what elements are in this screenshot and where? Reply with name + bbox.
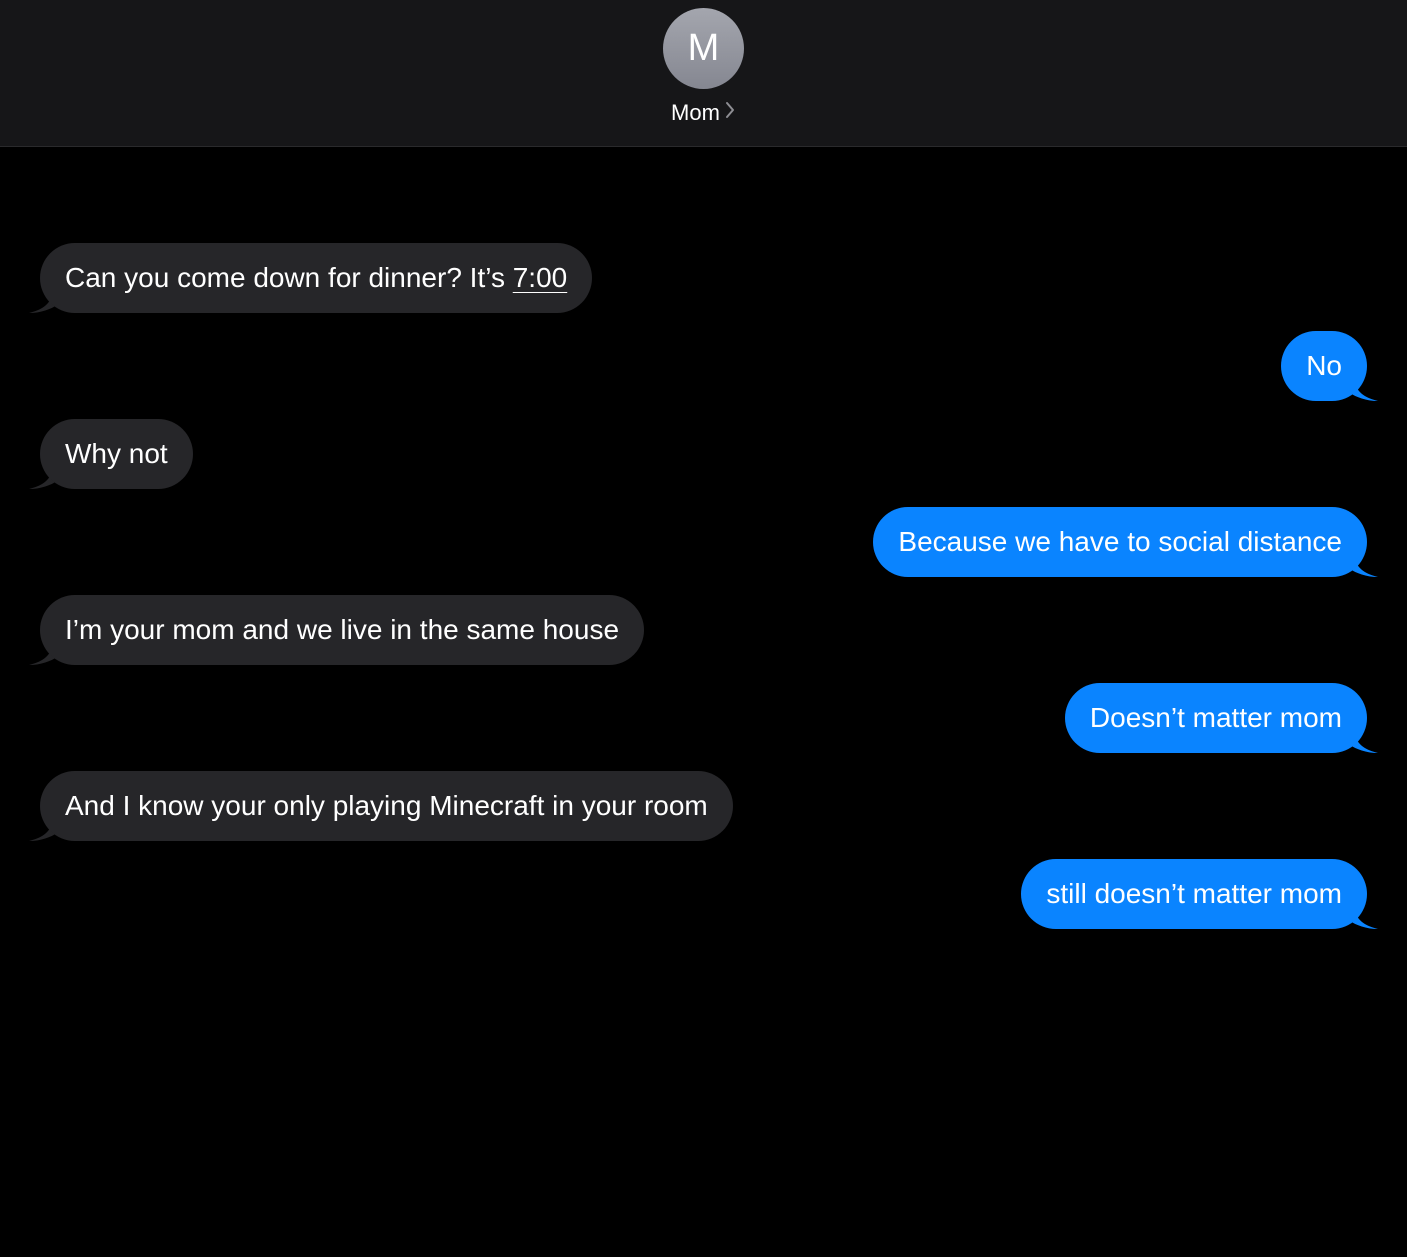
message-bubble: Because we have to social distance <box>873 507 1367 577</box>
incoming-message[interactable]: And I know your only playing Minecraft i… <box>29 771 733 841</box>
message-bubble: And I know your only playing Minecraft i… <box>40 771 733 841</box>
message-text: And I know your only playing Minecraft i… <box>65 790 708 821</box>
message-bubble: I’m your mom and we live in the same hou… <box>40 595 645 665</box>
message-bubble: still doesn’t matter mom <box>1021 859 1367 929</box>
message-bubble: Doesn’t matter mom <box>1064 683 1367 753</box>
message-text: Doesn’t matter mom <box>1089 702 1342 733</box>
message-bubble: Why not <box>40 419 193 489</box>
incoming-message[interactable]: I’m your mom and we live in the same hou… <box>29 595 645 665</box>
message-text: Because we have to social distance <box>898 526 1342 557</box>
outgoing-message[interactable]: still doesn’t matter mom <box>1021 859 1378 929</box>
contact-name-button[interactable]: Mom <box>0 98 1407 128</box>
outgoing-message[interactable]: Because we have to social distance <box>873 507 1378 577</box>
chevron-right-icon <box>724 98 736 128</box>
incoming-message[interactable]: Can you come down for dinner? It’s 7:00 <box>29 243 593 313</box>
message-thread[interactable]: Can you come down for dinner? It’s 7:00 … <box>0 148 1407 1257</box>
incoming-message[interactable]: Why not <box>29 419 193 489</box>
message-text: Can you come down for dinner? It’s <box>65 262 513 293</box>
contact-name: Mom <box>671 100 720 125</box>
outgoing-message[interactable]: Doesn’t matter mom <box>1064 683 1378 753</box>
conversation-header: M Mom <box>0 0 1407 147</box>
message-bubble: Can you come down for dinner? It’s 7:00 <box>40 243 593 313</box>
outgoing-message[interactable]: No <box>1281 331 1378 401</box>
message-text: I’m your mom and we live in the same hou… <box>65 614 620 645</box>
time-link[interactable]: 7:00 <box>513 262 568 293</box>
message-bubble: No <box>1281 331 1367 401</box>
avatar[interactable]: M <box>663 8 744 89</box>
message-text: Why not <box>65 438 168 469</box>
message-text: No <box>1306 350 1342 381</box>
message-text: still doesn’t matter mom <box>1046 878 1342 909</box>
